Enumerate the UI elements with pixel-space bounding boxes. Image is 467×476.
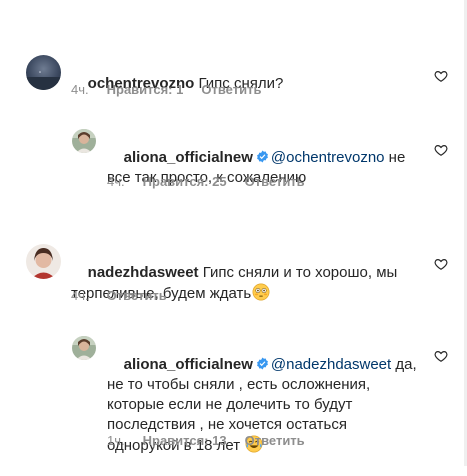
avatar[interactable] <box>72 336 96 360</box>
reply-button[interactable]: Ответить <box>245 433 305 448</box>
username[interactable]: nadezhdasweet <box>88 264 199 281</box>
comment-text: aliona_officialnew @ochentrevozno не все … <box>107 128 417 208</box>
comment-text: aliona_officialnew @nadezhdasweet да, не … <box>107 335 417 476</box>
likes-count[interactable]: Нравится: 1 <box>107 82 184 97</box>
heart-icon[interactable] <box>434 143 448 157</box>
heart-icon[interactable] <box>434 257 448 271</box>
avatar[interactable] <box>72 129 96 153</box>
comment-text: nadezhdasweet Гипс сняли и то хорошо, мы… <box>71 243 421 324</box>
likes-count[interactable]: Нравится: 13 <box>143 433 227 448</box>
verified-badge-icon <box>256 357 269 370</box>
verified-badge-icon <box>256 150 269 163</box>
reply-button[interactable]: Ответить <box>245 174 305 189</box>
avatar[interactable] <box>26 244 61 279</box>
heart-icon[interactable] <box>434 349 448 363</box>
avatar[interactable] <box>26 55 61 90</box>
flushed-face-emoji-icon <box>252 283 270 301</box>
timestamp[interactable]: 4ч. <box>71 288 89 303</box>
comment-meta: 4ч. Нравится: 1 Ответить <box>71 82 279 98</box>
comment-meta: 4ч. Ответить <box>71 288 185 304</box>
heart-icon[interactable] <box>434 69 448 83</box>
reply-button[interactable]: Ответить <box>201 82 261 97</box>
mention-link[interactable]: @nadezhdasweet <box>271 356 391 373</box>
timestamp[interactable]: 4ч. <box>107 174 125 189</box>
username[interactable]: aliona_officialnew <box>124 356 253 373</box>
comment-meta: 4ч. Нравится: 25 Ответить <box>107 174 323 190</box>
mention-link[interactable]: @ochentrevozno <box>271 149 385 166</box>
timestamp[interactable]: 1ч. <box>107 433 125 448</box>
reply-button[interactable]: Ответить <box>107 288 167 303</box>
likes-count[interactable]: Нравится: 25 <box>143 174 227 189</box>
timestamp[interactable]: 4ч. <box>71 82 89 97</box>
comment-meta: 1ч. Нравится: 13 Ответить <box>107 433 323 449</box>
username[interactable]: aliona_officialnew <box>124 149 253 166</box>
